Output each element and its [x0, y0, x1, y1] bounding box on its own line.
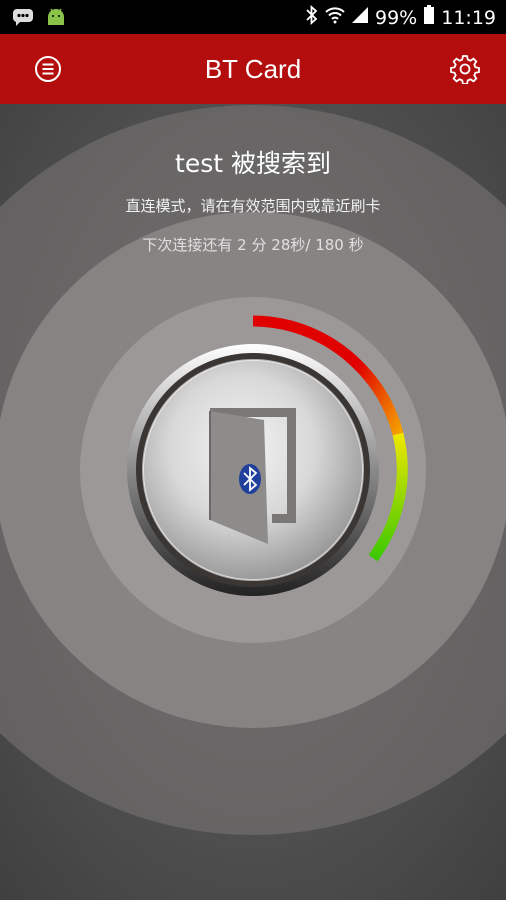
device-found-title: test 被搜索到 [175, 149, 331, 178]
countdown-seconds: 28 [271, 236, 291, 254]
countdown-text: 下次连接还有 2 分 28秒/ 180 秒 [0, 234, 506, 255]
battery-percent: 99% [375, 6, 418, 29]
gear-icon[interactable] [450, 54, 480, 85]
connection-mode-text: 直连模式，请在有效范围内或靠近刷卡 [125, 197, 381, 215]
countdown-second-unit: 秒 [290, 236, 306, 254]
signal-icon [351, 6, 369, 29]
message-icon [12, 8, 34, 30]
countdown-total-unit: 秒 [348, 236, 364, 254]
status-bar: 99% 11:19 [0, 0, 506, 34]
battery-icon [423, 5, 435, 30]
android-icon [46, 8, 66, 30]
app-title: BT Card [204, 54, 302, 84]
clock: 11:19 [441, 6, 496, 29]
countdown-prefix: 下次连接还有 [142, 236, 233, 254]
app-bar: BT Card [0, 34, 506, 104]
swipe-card-button[interactable] [127, 347, 365, 585]
wifi-icon [325, 6, 345, 29]
main-area: test 被搜索到 直连模式，请在有效范围内或靠近刷卡 下次连接还有 2 分 2… [0, 104, 506, 900]
bluetooth-icon [305, 4, 319, 30]
countdown-total: / 180 [305, 236, 344, 254]
countdown-minutes: 2 [237, 236, 247, 254]
countdown-minute-unit: 分 [251, 236, 267, 254]
